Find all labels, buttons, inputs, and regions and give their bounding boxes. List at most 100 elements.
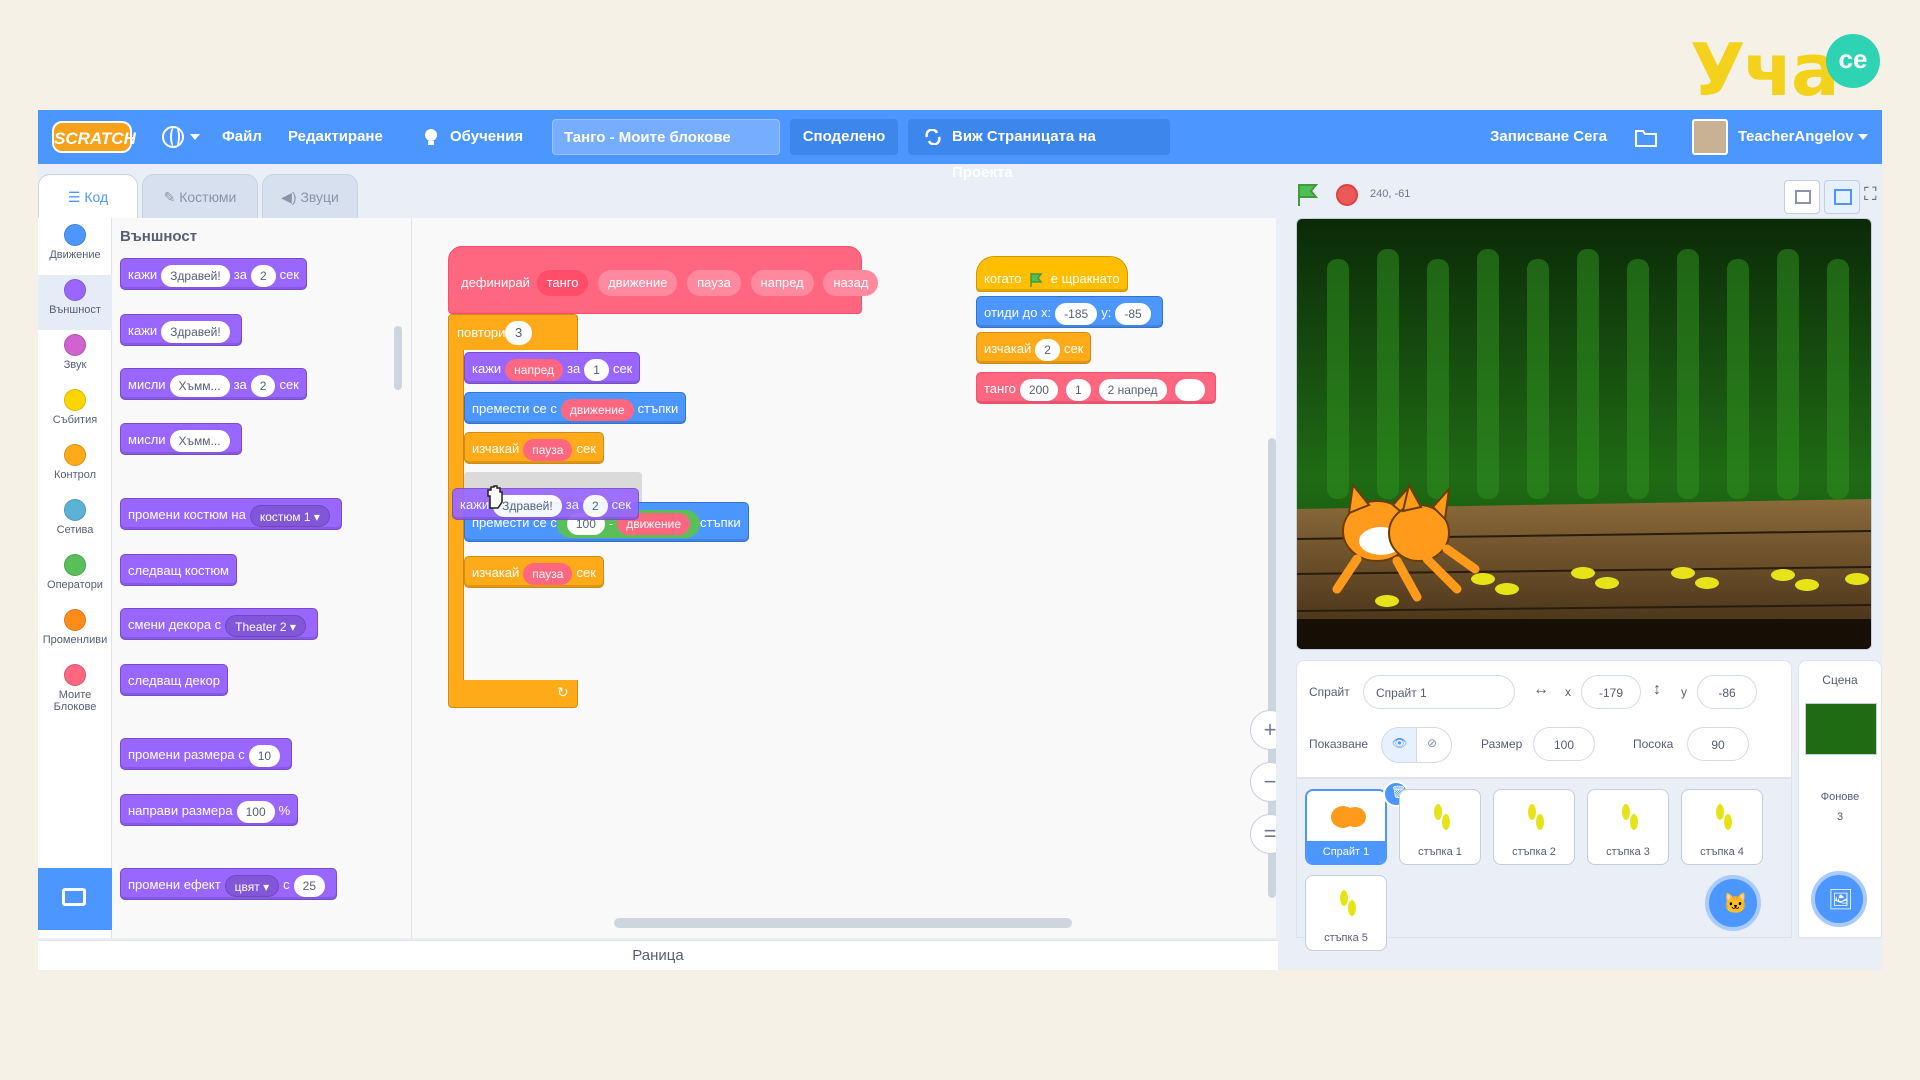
category-looks[interactable]: Външност <box>38 275 112 330</box>
costume-dropdown[interactable]: костюм 1 ▾ <box>249 504 330 527</box>
param-pause[interactable]: пауза <box>687 270 741 296</box>
edit-menu[interactable]: Редактиране <box>288 110 383 164</box>
y-input[interactable]: -85 <box>1115 302 1151 325</box>
sprite-name-input[interactable]: Спрайт 1 <box>1363 675 1515 709</box>
y-input[interactable]: -86 <box>1697 675 1757 709</box>
category-control[interactable]: Контрол <box>38 440 112 495</box>
direction-input[interactable]: 90 <box>1687 727 1749 761</box>
change-size-block[interactable]: промени размера с 10 <box>120 738 293 770</box>
param-reporter[interactable]: пауза <box>523 562 573 585</box>
param-back[interactable]: назад <box>823 270 879 296</box>
sprite-thumb-step2[interactable]: стъпка 2 <box>1493 789 1575 865</box>
avatar[interactable] <box>1692 119 1728 155</box>
when-flag-clicked-block[interactable]: когато е щракнато <box>976 256 1128 292</box>
param-movement[interactable]: движение <box>598 270 678 296</box>
tutorials-menu[interactable]: Обучения <box>450 110 523 164</box>
show-sprite-button[interactable]: 👁 <box>1381 727 1417 763</box>
message-input[interactable]: Здравей! <box>161 320 230 343</box>
normal-stage-button[interactable] <box>1824 180 1860 214</box>
number-input[interactable]: 1 <box>584 358 609 381</box>
stage-target-panel[interactable]: Сцена Фонове 3 🖼 <box>1798 660 1882 938</box>
category-sound[interactable]: Звук <box>38 330 112 385</box>
zoom-out-button[interactable]: − <box>1250 762 1276 802</box>
folder-icon[interactable] <box>1634 126 1658 148</box>
backpack[interactable]: Раница <box>38 940 1278 970</box>
param-reporter[interactable]: движение <box>560 398 634 421</box>
scratch-logo[interactable]: SCRATCH <box>52 121 136 153</box>
globe-icon[interactable] <box>162 126 184 148</box>
think-block[interactable]: мисли Хъмм... <box>120 423 242 455</box>
pause-input[interactable]: 1 <box>1065 378 1091 401</box>
green-flag-icon[interactable] <box>1294 182 1320 208</box>
message-input[interactable]: Здравей! <box>161 264 230 287</box>
sprite-thumb-step3[interactable]: стъпка 3 <box>1587 789 1669 865</box>
stage-canvas[interactable] <box>1296 218 1872 650</box>
change-effect-block[interactable]: промени ефект цвят ▾ с 25 <box>120 868 337 900</box>
add-extension-button[interactable] <box>38 868 112 930</box>
movement-input[interactable]: 200 <box>1019 378 1058 401</box>
number-input[interactable]: 10 <box>248 744 281 767</box>
number-input[interactable]: 2 <box>1035 338 1060 361</box>
define-tango-block[interactable]: дефинирай танго движение пауза напред на… <box>448 246 879 314</box>
username-menu[interactable]: TeacherAngelov <box>1738 110 1854 164</box>
go-to-xy-block[interactable]: отиди до x: -185 y: -85 <box>976 296 1163 328</box>
sprite-thumb-step1[interactable]: стъпка 1 <box>1399 789 1481 865</box>
category-operators[interactable]: Оператори <box>38 550 112 605</box>
number-input[interactable]: 100 <box>236 800 275 823</box>
category-events[interactable]: Събития <box>38 385 112 440</box>
number-input[interactable]: 2 <box>250 374 276 397</box>
tab-costumes[interactable]: ✎ Костюми <box>142 174 258 218</box>
choose-backdrop-button[interactable]: 🖼 <box>1811 871 1867 927</box>
see-project-page-button[interactable]: Виж Страницата на Проекта <box>908 119 1170 181</box>
say-block[interactable]: кажи Здравей! <box>120 314 242 346</box>
number-input[interactable]: 2 <box>250 264 276 287</box>
next-backdrop-block[interactable]: следващ декор <box>120 664 229 696</box>
message-input[interactable]: Хъмм... <box>169 429 230 452</box>
category-variables[interactable]: Променливи <box>38 605 112 660</box>
sprite-thumb-step5[interactable]: стъпка 5 <box>1305 875 1387 951</box>
param-reporter[interactable]: пауза <box>523 438 573 461</box>
think-for-secs-block[interactable]: мисли Хъмм... за 2 сек <box>120 368 307 400</box>
set-size-block[interactable]: направи размера 100% <box>120 794 299 826</box>
effect-dropdown[interactable]: цвят ▾ <box>224 874 280 897</box>
dragged-say-block[interactable]: кажи Здравей! за 2 сек <box>452 488 640 520</box>
sprite-thumb-step4[interactable]: стъпка 4 <box>1681 789 1763 865</box>
category-sensing[interactable]: Сетива <box>38 495 112 550</box>
sprite-thumb-sprite1[interactable]: Спрайт 1 🗑 <box>1305 781 1409 865</box>
choose-sprite-button[interactable]: 🐱 <box>1705 875 1761 931</box>
category-my-blocks[interactable]: Моите Блокове <box>38 660 112 722</box>
move-steps-block[interactable]: премести се с движение стъпки <box>464 392 687 424</box>
back-input[interactable] <box>1174 378 1205 401</box>
zoom-reset-button[interactable]: = <box>1250 814 1276 854</box>
tango-custom-block[interactable]: танго 200 1 2 напред <box>976 372 1216 404</box>
switch-costume-block[interactable]: промени костюм на костюм 1 ▾ <box>120 498 342 530</box>
hide-sprite-button[interactable]: ⊘ <box>1416 727 1452 763</box>
file-menu[interactable]: Файл <box>222 110 262 164</box>
x-input[interactable]: -179 <box>1581 675 1641 709</box>
x-input[interactable]: -185 <box>1055 302 1098 325</box>
shared-button[interactable]: Споделено <box>790 119 898 155</box>
wait-block[interactable]: изчакай пауза сек <box>464 432 604 464</box>
repeat-count-input[interactable]: 3 <box>505 321 533 345</box>
tab-sounds[interactable]: ◀) Звуци <box>262 174 358 218</box>
palette-scrollbar[interactable] <box>394 326 402 390</box>
backdrop-dropdown[interactable]: Theater 2 ▾ <box>225 614 306 637</box>
switch-backdrop-block[interactable]: смени декора с Theater 2 ▾ <box>120 608 318 640</box>
next-costume-block[interactable]: следващ костюм <box>120 554 237 586</box>
number-input[interactable]: 25 <box>293 874 325 897</box>
param-reporter[interactable]: напред <box>505 358 564 381</box>
wait-block[interactable]: изчакай пауза сек <box>464 556 604 588</box>
say-for-secs-block[interactable]: кажи Здравей! за 2 сек <box>120 258 308 290</box>
forward-input[interactable]: 2 напред <box>1098 378 1167 401</box>
size-input[interactable]: 100 <box>1533 727 1595 761</box>
message-input[interactable]: Хъмм... <box>169 374 230 397</box>
zoom-in-button[interactable]: + <box>1250 710 1276 750</box>
stop-sign-icon[interactable] <box>1336 184 1358 206</box>
say-for-secs-block[interactable]: кажи напред за 1 сек <box>464 352 641 384</box>
small-stage-button[interactable] <box>1784 180 1820 214</box>
project-title-input[interactable]: Танго - Моите блокове <box>552 119 780 155</box>
param-forward[interactable]: напред <box>750 270 814 296</box>
tab-code[interactable]: ☰ Код <box>38 174 138 218</box>
wait-block[interactable]: изчакай 2 сек <box>976 332 1092 364</box>
fullscreen-button[interactable]: ⛶ <box>1864 180 1882 214</box>
